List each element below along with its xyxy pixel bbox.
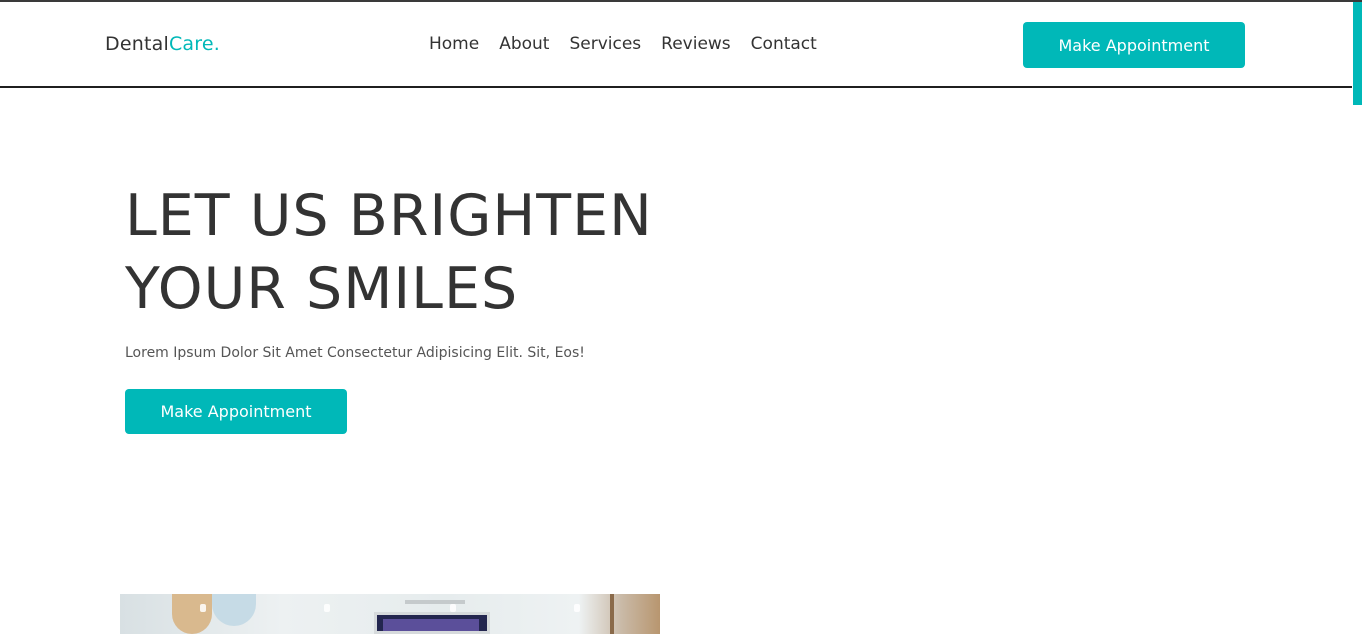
photo-dentist-hair xyxy=(172,594,212,634)
hero-subtitle: Lorem Ipsum Dolor Sit Amet Consectetur A… xyxy=(125,345,585,361)
photo-light-dot xyxy=(324,604,330,612)
page-scrollbar[interactable] xyxy=(1352,2,1362,634)
photo-monitor xyxy=(374,612,490,634)
hero-make-appointment-button[interactable]: Make Appointment xyxy=(125,389,347,434)
photo-lamp-arm xyxy=(405,600,465,604)
hero-title-line-2: YOUR SMILES xyxy=(125,256,519,322)
nav-contact-link[interactable]: Contact xyxy=(751,34,817,54)
photo-light-dot xyxy=(200,604,206,612)
nav-home-link[interactable]: Home xyxy=(429,34,479,54)
header-make-appointment-button[interactable]: Make Appointment xyxy=(1023,22,1245,68)
photo-light-dot xyxy=(450,604,456,612)
nav-services-link[interactable]: Services xyxy=(569,34,641,54)
brand-logo[interactable]: DentalCare. xyxy=(105,33,220,55)
logo-accent-text: Care. xyxy=(168,33,220,55)
hero-title-line-1: LET US BRIGHTEN xyxy=(125,183,653,249)
logo-main-text: Dental xyxy=(105,33,169,55)
hero-dentist-photo xyxy=(120,594,660,634)
photo-door-frame xyxy=(610,594,614,634)
main-nav: Home About Services Reviews Contact xyxy=(429,34,817,54)
nav-reviews-link[interactable]: Reviews xyxy=(661,34,731,54)
scrollbar-thumb[interactable] xyxy=(1353,2,1362,105)
site-header: DentalCare. Home About Services Reviews … xyxy=(0,2,1352,88)
photo-monitor-screen xyxy=(383,619,479,631)
hero-title: LET US BRIGHTEN YOUR SMILES xyxy=(125,180,685,326)
nav-about-link[interactable]: About xyxy=(499,34,549,54)
photo-light-dot xyxy=(574,604,580,612)
page: DentalCare. Home About Services Reviews … xyxy=(0,0,1362,634)
